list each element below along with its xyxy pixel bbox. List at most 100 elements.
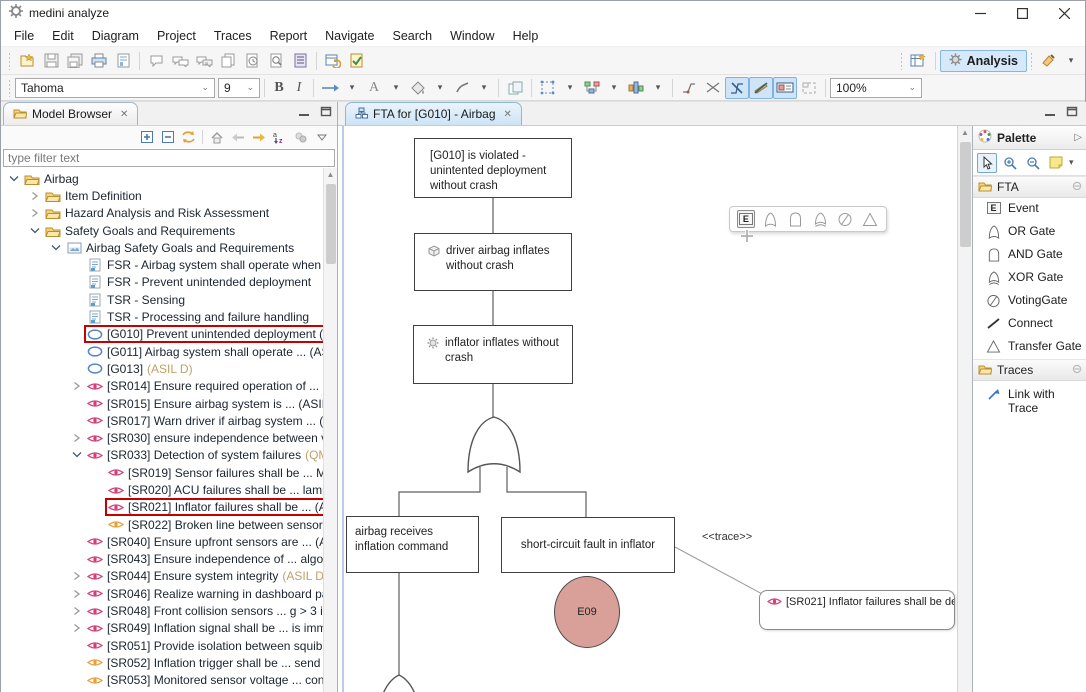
font-size-select[interactable]: 9⌄	[218, 78, 260, 98]
layout-boxes-dropdown[interactable]: ▾	[648, 77, 668, 99]
note-tool-dropdown[interactable]: ▾	[1069, 157, 1074, 168]
tree-item[interactable]: Hazard Analysis and Risk Assessment	[1, 205, 337, 222]
tree-item[interactable]: [SR040] Ensure upfront sensors are ... (…	[1, 533, 337, 550]
bold-button[interactable]: B	[269, 77, 289, 99]
highlight-tool-button[interactable]	[1037, 50, 1061, 72]
select-cursor-tool[interactable]	[977, 153, 997, 173]
filter-input[interactable]	[3, 149, 335, 167]
expander-icon[interactable]	[70, 294, 84, 306]
canvas-scrollbar[interactable]: ▲	[957, 126, 972, 692]
expander-icon[interactable]	[70, 259, 84, 271]
trace-requirement-node[interactable]: [SR021] Inflator failures shall be de	[759, 590, 955, 630]
menu-item-traces[interactable]: Traces	[205, 25, 261, 47]
pin-icon[interactable]	[1072, 180, 1082, 194]
tree-item[interactable]: FSR - Prevent unintended deployment	[1, 274, 337, 291]
expander-icon[interactable]	[91, 519, 105, 531]
popup-or-gate-tool[interactable]	[762, 210, 780, 228]
line-style-button[interactable]	[450, 77, 474, 99]
collapse-all-icon[interactable]	[158, 128, 177, 146]
palette-section-fta[interactable]: FTA	[973, 176, 1086, 198]
maximize-button[interactable]	[1001, 1, 1043, 25]
menu-item-window[interactable]: Window	[441, 25, 503, 47]
tree-item[interactable]: [G013](ASIL D)	[1, 360, 337, 377]
palette-item-xor-gate[interactable]: XOR Gate	[973, 267, 1086, 290]
expand-all-icon[interactable]	[137, 128, 156, 146]
tree-item[interactable]: [G011] Airbag system shall operate ... (…	[1, 343, 337, 360]
select-mode-dropdown[interactable]: ▾	[560, 77, 580, 99]
note-tool[interactable]	[1046, 153, 1066, 173]
menu-item-edit[interactable]: Edit	[43, 25, 83, 47]
expander-icon[interactable]	[70, 622, 84, 634]
font-family-select[interactable]: Tahoma⌄	[15, 78, 215, 98]
connector-arrow-dropdown[interactable]: ▾	[342, 77, 362, 99]
properties-view-button[interactable]	[288, 50, 312, 72]
minimize-view-icon[interactable]	[297, 106, 311, 119]
tree-item[interactable]: [SR049] Inflation signal shall be ... is…	[1, 620, 337, 637]
tree-item[interactable]: TSR - Sensing	[1, 291, 337, 308]
tree-scrollbar[interactable]: ▲	[323, 168, 337, 692]
copy-appearance-button[interactable]	[503, 77, 527, 99]
new-diagram-button[interactable]	[15, 50, 39, 72]
highlight-dropdown[interactable]: ▾	[1061, 50, 1081, 72]
element-history-button[interactable]	[240, 50, 264, 72]
tree-item[interactable]: Airbag	[1, 170, 337, 187]
copy-element-button[interactable]	[216, 50, 240, 72]
expander-icon[interactable]	[91, 484, 105, 496]
diagram-canvas[interactable]: [G010] is violated - unintented deployme…	[338, 126, 957, 692]
tree-item[interactable]: [SR019] Sensor failures shall be ... MCU	[1, 464, 337, 481]
close-tab-icon[interactable]: ✕	[504, 109, 512, 120]
fta-node-inflation-command[interactable]: airbag receives inflation command	[346, 516, 479, 573]
expander-icon[interactable]	[70, 380, 84, 392]
palette-item-link-with-trace[interactable]: Link with Trace	[973, 381, 1086, 415]
maximize-view-icon[interactable]	[1065, 106, 1079, 119]
pin-icon[interactable]	[1072, 363, 1082, 377]
tree-item[interactable]: Item Definition	[1, 187, 337, 204]
layout-tree-button[interactable]	[580, 77, 604, 99]
tree-item[interactable]: TSR - Processing and failure handling	[1, 308, 337, 325]
view-options-icon[interactable]	[291, 128, 310, 146]
basic-event-e09[interactable]: E09	[554, 576, 620, 648]
expander-icon[interactable]	[70, 657, 84, 669]
layout-tree-dropdown[interactable]: ▾	[604, 77, 624, 99]
palette-item-connect[interactable]: Connect	[973, 313, 1086, 336]
tree-item[interactable]: FSR - Airbag system shall operate when r…	[1, 256, 337, 273]
tree-item[interactable]: [SR052] Inflation trigger shall be ... s…	[1, 654, 337, 671]
menu-item-search[interactable]: Search	[383, 25, 441, 47]
expander-icon[interactable]	[91, 501, 105, 513]
palette-item-voting-gate[interactable]: VotingGate	[973, 290, 1086, 313]
tree-item[interactable]: [G010] Prevent unintended deployment (A	[1, 326, 337, 343]
report-button[interactable]	[111, 50, 135, 72]
tree-item[interactable]: [SR033] Detection of system failures(QM)	[1, 447, 337, 464]
expander-icon[interactable]	[70, 553, 84, 565]
tab-model-browser[interactable]: Model Browser ✕	[3, 102, 138, 125]
scroll-up-icon[interactable]: ▲	[324, 168, 337, 182]
tree-item[interactable]: [SR014] Ensure required operation of ...…	[1, 378, 337, 395]
back-icon[interactable]	[228, 128, 247, 146]
popup-xor-gate-tool[interactable]	[812, 210, 830, 228]
print-button[interactable]	[87, 50, 111, 72]
fta-node-top-event[interactable]: [G010] is violated - unintented deployme…	[414, 138, 572, 198]
toggle-snap-button[interactable]	[725, 77, 749, 99]
expander-icon[interactable]	[70, 363, 84, 375]
tree-item[interactable]: [SR022] Broken line between sensors ...	[1, 516, 337, 533]
maximize-view-icon[interactable]	[319, 106, 333, 119]
fill-color-dropdown[interactable]: ▾	[430, 77, 450, 99]
home-icon[interactable]	[207, 128, 226, 146]
fta-node-inflator[interactable]: inflator inflates without crash	[413, 325, 573, 384]
tree-item[interactable]: [SR048] Front collision sensors ... g > …	[1, 602, 337, 619]
line-style-dropdown[interactable]: ▾	[474, 77, 494, 99]
italic-button[interactable]: I	[289, 77, 309, 99]
expander-icon[interactable]	[70, 588, 84, 600]
comment-button[interactable]	[144, 50, 168, 72]
zoom-select[interactable]: 100%⌄	[830, 78, 922, 98]
expander-icon[interactable]	[7, 173, 21, 185]
toggle-grid-off-button[interactable]	[749, 77, 773, 99]
tree-item[interactable]: [SR017] Warn driver if airbag system ...…	[1, 412, 337, 429]
expander-icon[interactable]	[70, 276, 84, 288]
minimize-view-icon[interactable]	[1043, 106, 1057, 119]
scroll-up-icon[interactable]: ▲	[958, 126, 972, 140]
fill-color-button[interactable]	[406, 77, 430, 99]
expander-icon[interactable]	[49, 242, 63, 254]
palette-flyout-icon[interactable]: ▷	[1074, 132, 1082, 143]
fta-node-short-circuit[interactable]: short-circuit fault in inflator	[501, 517, 675, 573]
